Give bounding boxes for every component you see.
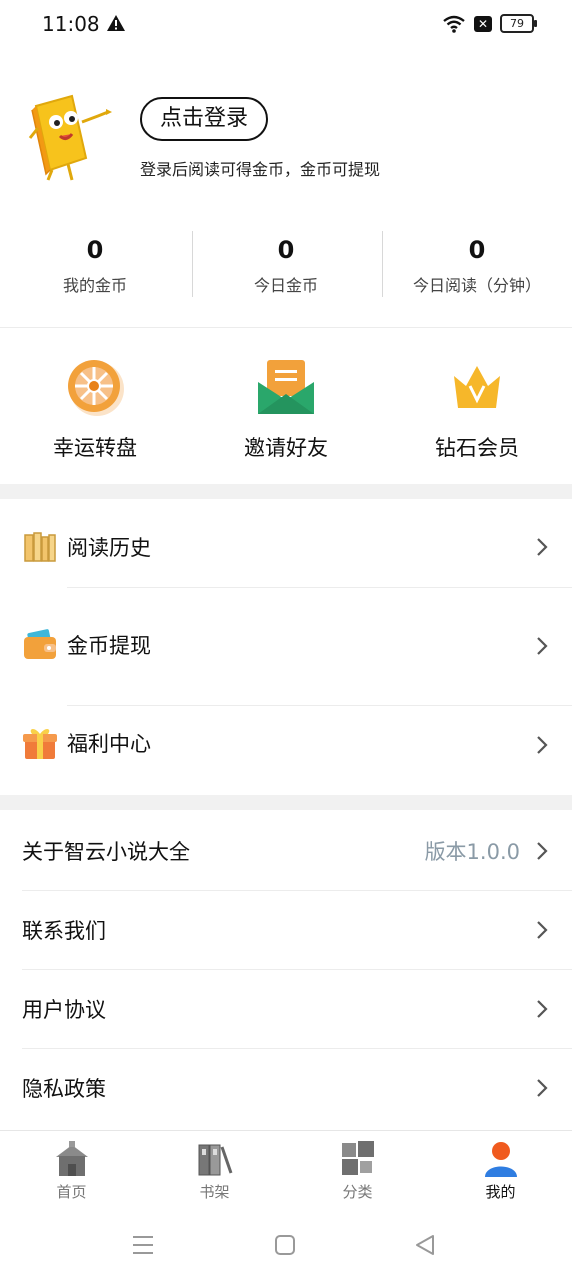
gift-icon (23, 729, 57, 759)
stat-today-reading[interactable]: 0 今日阅读（分钟） (382, 234, 572, 296)
settings-item-label: 隐私政策 (22, 1077, 106, 1101)
chevron-right-icon (537, 1000, 548, 1018)
books-icon (24, 532, 56, 562)
warning-icon (107, 15, 125, 31)
home-icon (55, 1141, 88, 1176)
settings-item-contact[interactable]: 联系我们 (0, 890, 572, 969)
stat-value: 0 (468, 236, 486, 264)
settings-item-label: 关于智云小说大全 (22, 840, 190, 864)
home-nav-icon[interactable] (274, 1234, 296, 1256)
feature-lucky-wheel[interactable]: 幸运转盘 (0, 356, 190, 462)
tab-mine[interactable]: 我的 (429, 1139, 572, 1202)
lucky-wheel-icon (68, 360, 124, 416)
status-bar: 11:08 ✕ 79 (0, 0, 572, 50)
stat-label: 今日阅读（分钟） (412, 276, 541, 295)
chevron-right-icon (537, 736, 548, 754)
feature-label: 幸运转盘 (53, 436, 137, 460)
menu-item-coin-withdraw[interactable]: 金币提现 (0, 597, 572, 696)
stat-label: 今日金币 (253, 276, 318, 295)
system-nav-bar (0, 1210, 572, 1280)
invite-envelope-icon (258, 360, 314, 414)
section-gap (0, 484, 572, 499)
bookshelf-icon (198, 1144, 232, 1176)
stat-my-coins[interactable]: 0 我的金币 (0, 234, 190, 296)
menu-nav-icon[interactable] (132, 1234, 154, 1256)
status-time: 11:08 (42, 12, 100, 36)
feature-invite-friends[interactable]: 邀请好友 (191, 356, 381, 462)
feature-label: 邀请好友 (244, 436, 328, 460)
settings-item-user-agreement[interactable]: 用户协议 (0, 969, 572, 1048)
divider (0, 327, 572, 328)
tab-bookshelf[interactable]: 书架 (143, 1139, 286, 1202)
tab-label: 书架 (199, 1183, 230, 1201)
divider (67, 587, 572, 588)
stat-label: 我的金币 (62, 276, 127, 295)
tab-label: 我的 (485, 1183, 516, 1201)
menu-item-label: 金币提现 (67, 634, 151, 658)
menu-item-reading-history[interactable]: 阅读历史 (0, 499, 572, 598)
status-icons: ✕ 79 (442, 14, 537, 33)
settings-item-label: 联系我们 (22, 919, 106, 943)
menu-item-label: 阅读历史 (67, 536, 151, 560)
bottom-tab-bar: 首页 书架 分类 我的 (0, 1130, 572, 1211)
wifi-icon (443, 15, 465, 33)
login-hint: 登录后阅读可得金币，金币可提现 (140, 160, 381, 179)
feature-label: 钻石会员 (435, 436, 519, 460)
menu-item-welfare-center[interactable]: 福利中心 (0, 695, 572, 794)
chevron-right-icon (537, 637, 548, 655)
category-icon (341, 1141, 374, 1175)
back-nav-icon[interactable] (414, 1234, 436, 1256)
menu-item-label: 福利中心 (67, 732, 151, 756)
tab-category[interactable]: 分类 (286, 1139, 429, 1202)
tab-label: 首页 (56, 1183, 87, 1201)
chevron-right-icon (537, 921, 548, 939)
settings-item-label: 用户协议 (22, 998, 106, 1022)
crown-icon (454, 366, 500, 408)
version-text: 版本1.0.0 (424, 840, 520, 864)
feature-diamond-vip[interactable]: 钻石会员 (382, 356, 572, 462)
chevron-right-icon (537, 1079, 548, 1097)
settings-item-about[interactable]: 关于智云小说大全 版本1.0.0 (0, 811, 572, 890)
book-mascot-icon (28, 94, 112, 181)
settings-item-privacy-policy[interactable]: 隐私政策 (0, 1048, 572, 1127)
section-gap (0, 795, 572, 810)
profile-icon (484, 1142, 517, 1177)
tab-home[interactable]: 首页 (0, 1139, 143, 1202)
stat-today-coins[interactable]: 0 今日金币 (191, 234, 381, 296)
login-button[interactable]: 点击登录 (140, 97, 268, 141)
no-sim-icon: ✕ (474, 15, 492, 32)
wallet-icon (24, 629, 56, 659)
chevron-right-icon (537, 842, 548, 860)
battery-icon: 79 (500, 14, 537, 33)
chevron-right-icon (537, 538, 548, 556)
tab-label: 分类 (342, 1183, 373, 1201)
stat-value: 0 (277, 236, 295, 264)
stat-value: 0 (86, 236, 104, 264)
